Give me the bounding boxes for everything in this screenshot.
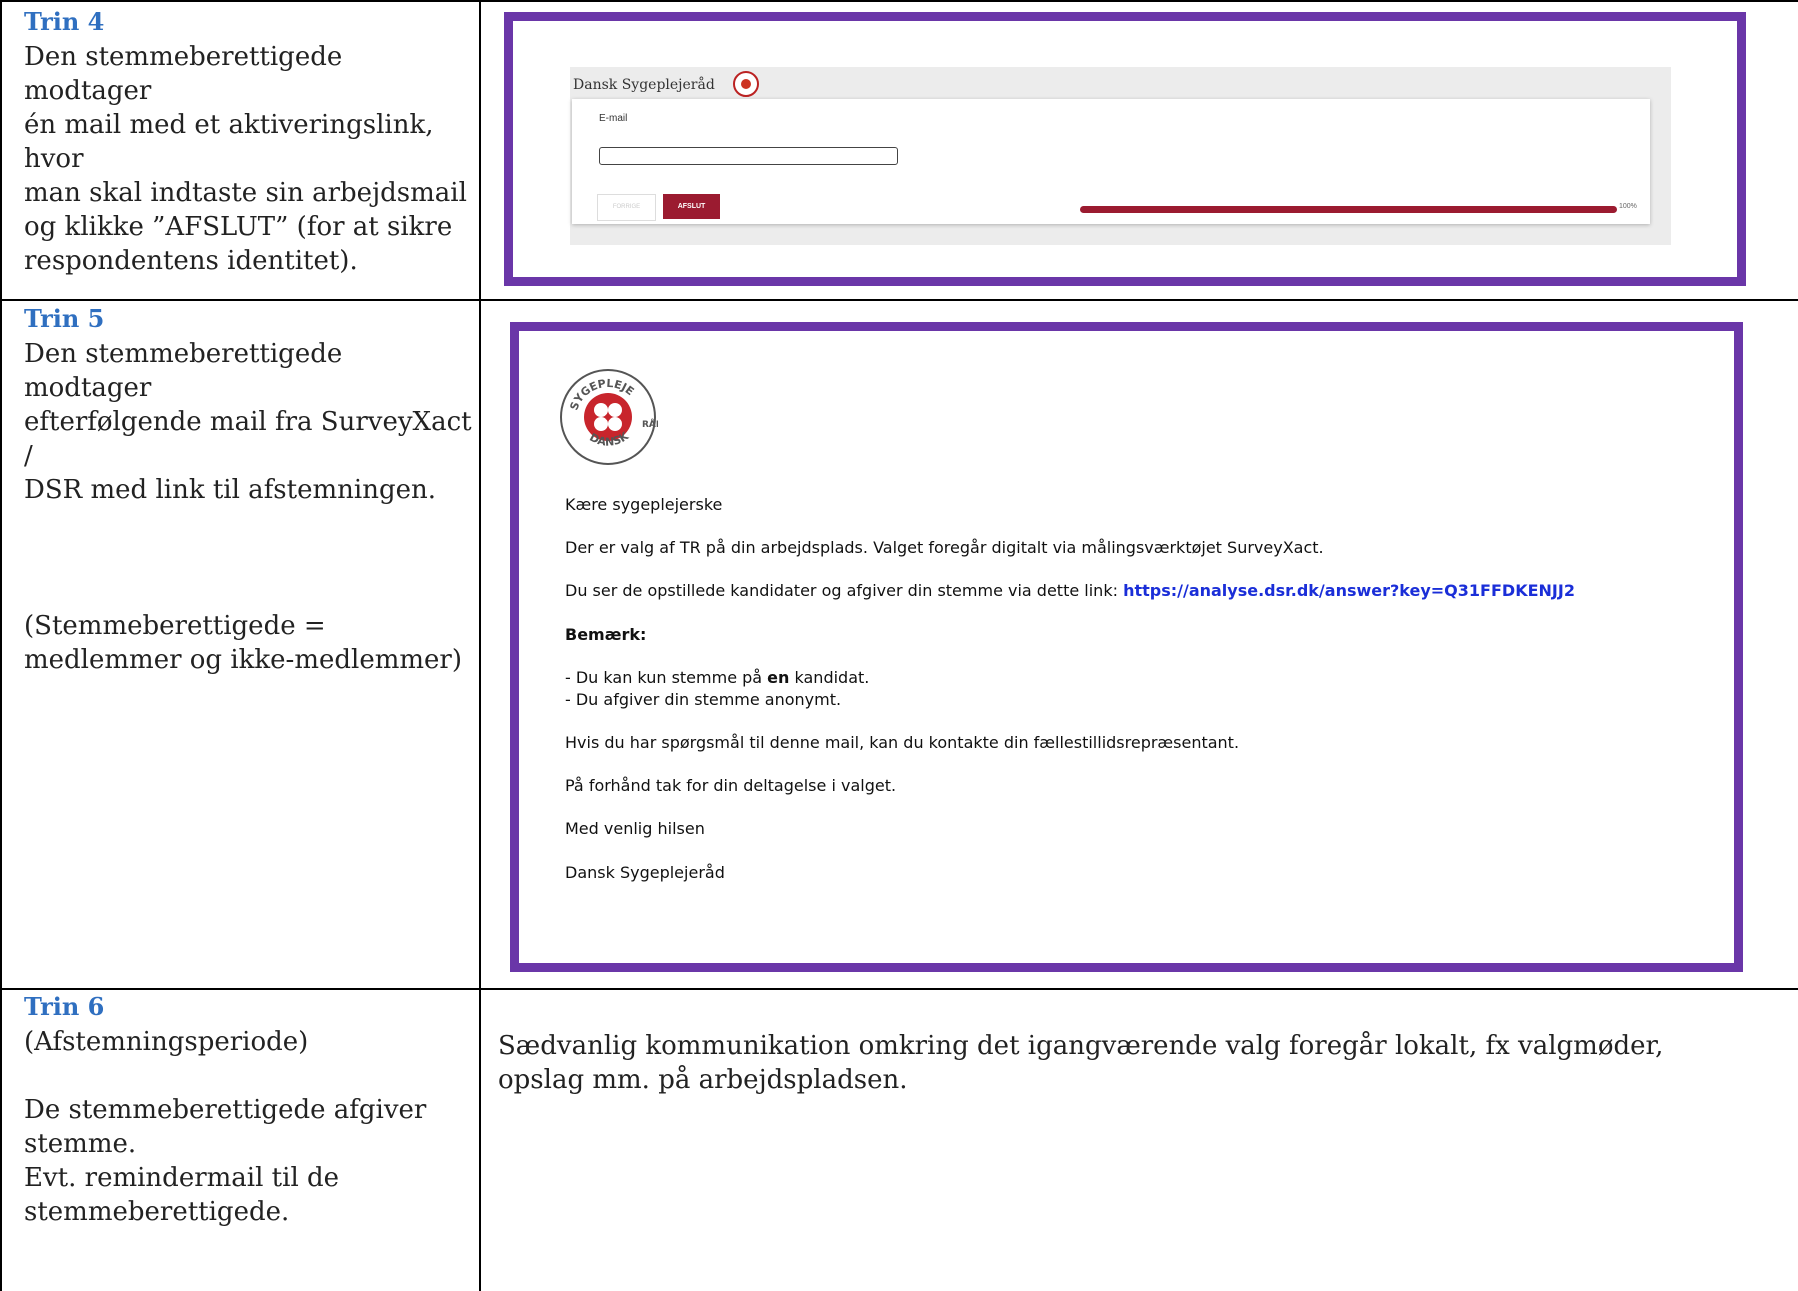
previous-button[interactable]: FORRIGE — [597, 194, 656, 221]
email-line-3: Hvis du har spørgsmål til denne mail, ka… — [565, 733, 1240, 752]
step-6-line: (Afstemningsperiode) — [24, 1027, 309, 1057]
step-5-line: (Stemmeberettigede = — [24, 611, 326, 641]
step-4-line: respondentens identitet). — [24, 246, 358, 276]
step-5-cell: Trin 5 Den stemmeberettigede modtager ef… — [24, 305, 474, 677]
step-6-description: Sædvanlig kommunikation omkring det igan… — [498, 1029, 1778, 1097]
step-4-cell: Trin 4 Den stemmeberettigede modtager én… — [24, 8, 474, 278]
step-4-line: Den stemmeberettigede modtager — [24, 42, 343, 106]
email-field[interactable] — [599, 147, 898, 165]
step-4-screenshot-frame: Dansk Sygeplejeråd E-mail FORRIGE AFSLUT… — [504, 12, 1746, 286]
table-top-border — [0, 0, 1798, 2]
brand-name: Dansk Sygeplejeråd — [573, 77, 715, 93]
email-line-2: Du ser de opstillede kandidater og afgiv… — [565, 581, 1575, 600]
email-signature: Dansk Sygeplejeråd — [565, 863, 725, 882]
progress-label: 100% — [1619, 203, 1637, 210]
email-line-2-text: Du ser de opstillede kandidater og afgiv… — [565, 581, 1124, 600]
step-6-line: De stemmeberettigede afgiver — [24, 1095, 427, 1125]
finish-button[interactable]: AFSLUT — [663, 194, 720, 219]
step-6-title: Trin 6 — [24, 992, 105, 1021]
step-5-email-frame: SYGEPLEJE DANSK RÅD Kære sygeplejerske D… — [510, 322, 1743, 972]
step-5-title: Trin 5 — [24, 304, 105, 333]
bullet-1-prefix: - Du kan kun stemme på — [565, 668, 768, 687]
step-4-title: Trin 4 — [24, 7, 105, 36]
step-4-line: man skal indtaste sin arbejdsmail — [24, 178, 467, 208]
step-5-line: efterfølgende mail fra SurveyXact / — [24, 407, 472, 471]
step-5-line: medlemmer og ikke-medlemmer) — [24, 645, 462, 675]
step-5-line: Den stemmeberettigede modtager — [24, 339, 343, 403]
row-divider-2 — [0, 988, 1798, 990]
vote-link[interactable]: https://analyse.dsr.dk/answer?key=Q31FFD… — [1123, 581, 1575, 600]
step-6-cell: Trin 6 (Afstemningsperiode) De stemmeber… — [24, 993, 474, 1229]
step-6-line: stemmeberettigede. — [24, 1197, 290, 1227]
email-line-1: Der er valg af TR på din arbejdsplads. V… — [565, 538, 1324, 557]
survey-form-background: Dansk Sygeplejeråd E-mail FORRIGE AFSLUT… — [570, 67, 1671, 245]
brand-logo-icon — [733, 71, 759, 97]
email-bullet-1: - Du kan kun stemme på en kandidat. — [565, 668, 869, 687]
row-divider-1 — [0, 299, 1798, 301]
email-bullet-2: - Du afgiver din stemme anonymt. — [565, 690, 842, 709]
email-note-heading: Bemærk: — [565, 625, 647, 644]
step-6-description-line: opslag mm. på arbejdspladsen. — [498, 1065, 908, 1095]
progress-bar — [1080, 206, 1617, 213]
bullet-1-suffix: kandidat. — [789, 668, 870, 687]
step-4-line: og klikke ”AFSLUT” (for at sikre — [24, 212, 453, 242]
email-signoff: Med venlig hilsen — [565, 819, 705, 838]
survey-card: E-mail FORRIGE AFSLUT 100% — [572, 99, 1650, 224]
step-6-line: stemme. — [24, 1129, 137, 1159]
email-line-4: På forhånd tak for din deltagelse i valg… — [565, 776, 897, 795]
bullet-1-bold: en — [767, 668, 790, 687]
step-4-line: én mail med et aktiveringslink, hvor — [24, 110, 434, 174]
seal-text-right: RÅD — [642, 419, 658, 430]
table-left-border — [0, 0, 2, 1291]
email-label: E-mail — [599, 113, 628, 124]
email-greeting: Kære sygeplejerske — [565, 495, 723, 514]
dsr-seal-logo: SYGEPLEJE DANSK RÅD — [560, 369, 658, 465]
column-divider — [479, 0, 481, 1291]
step-6-description-line: Sædvanlig kommunikation omkring det igan… — [498, 1031, 1664, 1061]
step-6-line: Evt. remindermail til de — [24, 1163, 340, 1193]
step-5-line: DSR med link til afstemningen. — [24, 475, 436, 505]
